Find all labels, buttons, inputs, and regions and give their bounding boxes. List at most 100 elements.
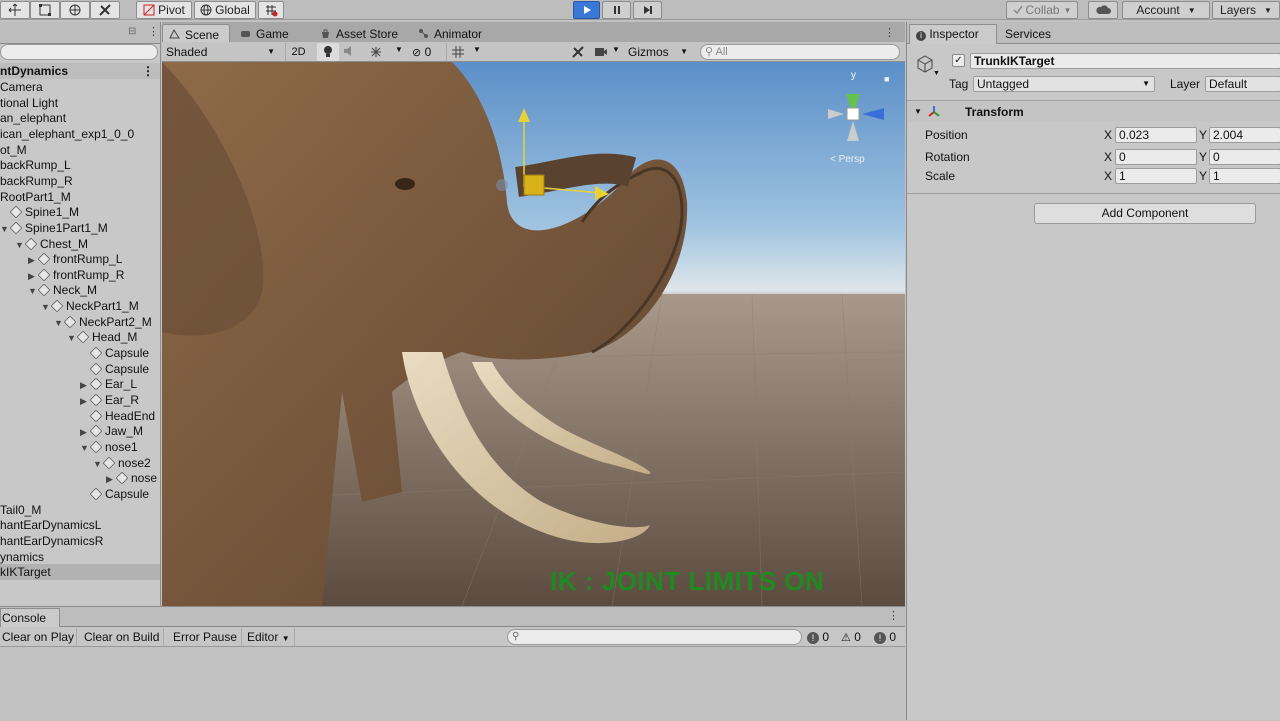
hierarchy-item[interactable]: Capsule — [0, 345, 160, 361]
hierarchy-item[interactable]: ▼ nose1 — [0, 439, 160, 456]
lighting-toggle[interactable] — [317, 43, 339, 61]
audio-toggle[interactable] — [343, 45, 361, 59]
scale-y-label[interactable]: Y — [1199, 169, 1207, 183]
hierarchy-item[interactable]: Spine1_M — [0, 204, 160, 220]
hierarchy-item[interactable]: kIKTarget — [0, 564, 160, 581]
transform-tool-button[interactable] — [60, 1, 90, 19]
active-checkbox[interactable]: ✓ — [952, 54, 965, 67]
chevron-right-icon[interactable]: ▼ — [93, 456, 103, 472]
hierarchy-item[interactable]: ▶ Ear_R — [0, 392, 160, 409]
hierarchy-item[interactable]: ▼ Neck_M — [0, 282, 160, 299]
scene-search-input[interactable]: ⚲ All — [700, 44, 900, 60]
chevron-right-icon[interactable]: ▶ — [80, 424, 90, 440]
grid-dropdown[interactable]: ▼ — [446, 43, 482, 61]
hierarchy-item[interactable]: backRump_L — [0, 157, 160, 173]
global-toggle[interactable]: Global — [194, 1, 256, 19]
position-y-field[interactable]: 2.004 — [1209, 127, 1280, 143]
row-menu-icon[interactable]: ⋮ — [142, 63, 154, 79]
scale-x-field[interactable]: 1 — [1115, 168, 1197, 184]
chevron-right-icon[interactable]: ▼ — [28, 283, 38, 299]
tab-services[interactable]: Services — [1005, 26, 1051, 42]
panel-menu-icon[interactable]: ⋮ — [148, 25, 159, 38]
step-button[interactable] — [633, 1, 662, 19]
transform-header[interactable]: ▼ Transform — [907, 100, 1280, 122]
layers-dropdown[interactable]: Layers ▼ — [1212, 1, 1280, 19]
tools-button[interactable] — [567, 43, 589, 61]
hierarchy-item[interactable]: ▶ frontRump_L — [0, 251, 160, 267]
hierarchy-item[interactable]: HeadEnd — [0, 408, 160, 424]
info-count-toggle[interactable]: ! 0 — [807, 629, 829, 645]
camera-dropdown[interactable]: ▼ — [592, 43, 622, 61]
shading-dropdown[interactable]: Shaded ▼ — [164, 43, 278, 61]
chevron-right-icon[interactable]: ▼ — [80, 440, 90, 456]
tab-animator[interactable]: Animator — [412, 24, 490, 44]
panel-menu-icon[interactable]: ⋮ — [884, 26, 895, 39]
chevron-right-icon[interactable]: ▶ — [28, 268, 38, 284]
hierarchy-item[interactable]: ▶ Ear_L — [0, 376, 160, 393]
orientation-gizmo[interactable] — [828, 94, 884, 141]
position-y-label[interactable]: Y — [1199, 128, 1207, 142]
tab-game[interactable]: Game — [234, 24, 297, 44]
hierarchy-item[interactable]: ican_elephant_exp1_0_0 — [0, 126, 160, 142]
object-name-field[interactable]: TrunkIKTarget — [970, 53, 1280, 69]
hierarchy-item[interactable]: ▼ Head_M — [0, 329, 160, 346]
hierarchy-item[interactable]: hantEarDynamicsL — [0, 517, 160, 533]
hierarchy-item[interactable]: tional Light — [0, 95, 160, 111]
hierarchy-item[interactable]: ▼ NeckPart2_M — [0, 314, 160, 330]
play-button[interactable] — [573, 1, 600, 19]
console-log-area[interactable] — [0, 648, 905, 721]
warning-count-toggle[interactable]: ⚠ 0 — [841, 629, 861, 645]
cloud-button[interactable] — [1088, 1, 1118, 19]
tab-console[interactable]: Console — [0, 608, 60, 627]
add-component-button[interactable]: Add Component — [1034, 203, 1256, 224]
hierarchy-item[interactable]: an_elephant — [0, 110, 160, 126]
scene-root-row[interactable]: ntDynamics ⋮ — [0, 63, 160, 79]
hierarchy-item[interactable]: Camera — [0, 79, 160, 95]
tag-dropdown[interactable]: Untagged ▼ — [973, 76, 1155, 92]
hierarchy-item[interactable]: ▶ nose — [0, 470, 160, 487]
rotation-y-field[interactable]: 0 — [1209, 149, 1280, 165]
rotation-x-field[interactable]: 0 — [1115, 149, 1197, 165]
perspective-label[interactable]: < Persp — [830, 154, 865, 165]
chevron-right-icon[interactable]: ▼ — [15, 237, 25, 253]
lock-icon[interactable]: ■ — [884, 74, 889, 84]
scale-y-field[interactable]: 1 — [1209, 168, 1280, 184]
collab-dropdown[interactable]: Collab ▼ — [1006, 1, 1078, 19]
error-pause-toggle[interactable]: Error Pause — [169, 628, 243, 646]
panel-menu-icon[interactable]: ⋮ — [888, 609, 899, 622]
hand-tool-button[interactable] — [0, 1, 30, 19]
chevron-right-icon[interactable]: ▼ — [41, 299, 51, 315]
clear-on-build-toggle[interactable]: Clear on Build — [80, 628, 165, 646]
custom-tool-button[interactable] — [90, 1, 120, 19]
tab-scene[interactable]: Scene — [162, 24, 230, 44]
editor-dropdown[interactable]: Editor ▼ — [243, 628, 295, 646]
hierarchy-item[interactable]: ▼ Spine1Part1_M — [0, 220, 160, 236]
hierarchy-item[interactable]: Capsule — [0, 361, 160, 377]
tab-asset-store[interactable]: Asset Store — [314, 24, 406, 44]
hierarchy-item[interactable]: hantEarDynamicsR — [0, 533, 160, 549]
console-search-input[interactable]: ⚲ — [507, 629, 802, 645]
scale-x-label[interactable]: X — [1104, 169, 1112, 183]
account-dropdown[interactable]: Account ▼ — [1122, 1, 1210, 19]
lock-icon[interactable]: ⊟ — [128, 26, 136, 37]
tab-inspector[interactable]: i Inspector — [909, 24, 997, 44]
pivot-toggle[interactable]: Pivot — [136, 1, 192, 19]
rotation-x-label[interactable]: X — [1104, 150, 1112, 164]
position-x-label[interactable]: X — [1104, 128, 1112, 142]
hierarchy-item[interactable]: ▼ Chest_M — [0, 236, 160, 253]
pause-button[interactable] — [602, 1, 631, 19]
position-x-field[interactable]: 0.023 — [1115, 127, 1197, 143]
chevron-right-icon[interactable]: ▼ — [67, 330, 77, 346]
hierarchy-search-input[interactable] — [0, 44, 158, 60]
chevron-right-icon[interactable]: ▶ — [80, 393, 90, 409]
hierarchy-item[interactable]: Tail0_M — [0, 502, 160, 518]
effects-dropdown[interactable]: ▼ — [369, 43, 405, 61]
layer-dropdown[interactable]: Default — [1205, 76, 1280, 92]
rect-tool-button[interactable] — [30, 1, 60, 19]
clear-on-play-toggle[interactable]: Clear on Play — [0, 628, 78, 646]
hierarchy-item[interactable]: ▶ Jaw_M — [0, 423, 160, 440]
chevron-right-icon[interactable]: ▶ — [106, 471, 116, 487]
scene-viewport[interactable]: y < Persp ■ IK : JOINT LIMITS ON — [162, 62, 905, 606]
hierarchy-item[interactable]: ▼ nose2 — [0, 455, 160, 472]
chevron-right-icon[interactable]: ▶ — [80, 377, 90, 393]
